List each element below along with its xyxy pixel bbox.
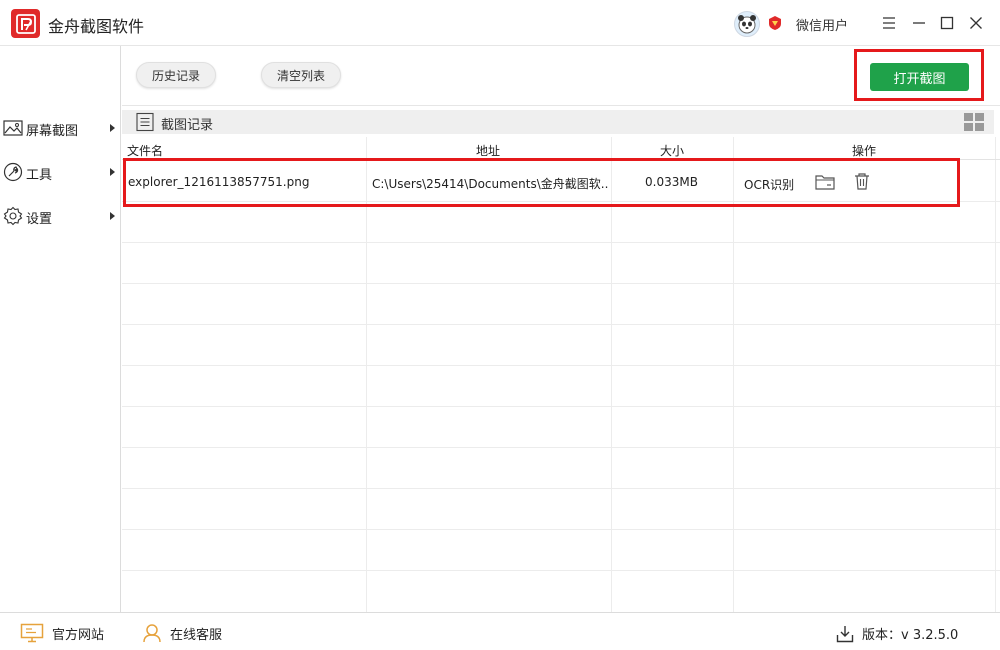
monitor-icon [20, 623, 44, 643]
open-button-highlight: 打开截图 [854, 49, 984, 101]
official-website-link[interactable]: 官方网站 [20, 623, 104, 643]
sidebar-item-label: 屏幕截图 [26, 124, 79, 139]
chevron-right-icon [110, 124, 115, 132]
header-size: 大小 [660, 144, 685, 158]
image-icon [3, 120, 23, 136]
header-path: 地址 [476, 144, 501, 158]
close-icon[interactable] [967, 14, 985, 32]
username[interactable]: 微信用户 [796, 15, 848, 34]
table-header: 文件名 地址 大小 操作 [122, 137, 1000, 160]
open-screenshot-button[interactable]: 打开截图 [870, 63, 969, 91]
row-divider [122, 488, 1000, 489]
sidebar: 屏幕截图 工具 设置 [0, 46, 121, 612]
column-divider [611, 137, 612, 612]
column-divider [995, 137, 996, 612]
chevron-right-icon [110, 212, 115, 220]
online-service-link[interactable]: 在线客服 [142, 623, 222, 643]
title-bar: 金舟截图软件 微信用户 [0, 0, 1000, 46]
menu-icon[interactable] [880, 14, 898, 32]
row-divider [122, 406, 1000, 407]
grid-view-icon[interactable] [964, 113, 984, 131]
section-title: 截图记录 [161, 118, 214, 133]
sidebar-item-label: 工具 [26, 168, 53, 183]
gear-icon [3, 206, 23, 226]
column-divider [733, 137, 734, 612]
version-info[interactable]: 版本：v 3.2.5.0 [836, 624, 958, 643]
cell-path: C:\Users\25414\Documents\金舟截图软... [372, 177, 608, 191]
header-operations: 操作 [852, 144, 877, 158]
row-divider [122, 570, 1000, 571]
row-divider [122, 283, 1000, 284]
trash-icon[interactable] [852, 172, 872, 190]
ocr-button[interactable]: OCR识别 [744, 176, 804, 193]
row-divider [122, 447, 1000, 448]
minimize-icon[interactable] [910, 14, 928, 32]
app-title: 金舟截图软件 [48, 17, 145, 36]
header-filename: 文件名 [127, 144, 164, 158]
maximize-icon[interactable] [938, 14, 956, 32]
row-divider [122, 529, 1000, 530]
toolbar: 历史记录 清空列表 打开截图 [122, 46, 1000, 106]
cell-size: 0.033MB [645, 175, 698, 189]
user-avatar[interactable] [734, 11, 760, 37]
table-row[interactable]: explorer_1216113857751.png C:\Users\2541… [123, 158, 960, 207]
download-icon [836, 625, 854, 642]
list-icon [136, 112, 154, 132]
sidebar-item-settings[interactable]: 设置 [0, 201, 121, 231]
sidebar-item-tools[interactable]: 工具 [0, 157, 121, 187]
row-divider [122, 324, 1000, 325]
version-label: 版本：v 3.2.5.0 [862, 628, 959, 643]
history-button[interactable]: 历史记录 [136, 62, 216, 88]
vip-badge-icon [769, 16, 781, 30]
folder-icon[interactable] [815, 173, 835, 191]
footer: 官方网站 在线客服 版本：v 3.2.5.0 [0, 612, 1000, 650]
user-service-icon [143, 624, 161, 643]
row-divider [122, 242, 1000, 243]
wrench-icon [3, 162, 23, 182]
sidebar-item-screenshot[interactable]: 屏幕截图 [0, 113, 121, 143]
records-table: 文件名 地址 大小 操作 explorer_1216113857751.png … [122, 137, 1000, 612]
column-divider [366, 137, 367, 612]
website-label: 官方网站 [52, 627, 105, 643]
chevron-right-icon [110, 168, 115, 176]
section-header: 截图记录 [122, 110, 994, 134]
cell-filename: explorer_1216113857751.png [128, 175, 310, 189]
sidebar-item-label: 设置 [26, 212, 53, 227]
service-label: 在线客服 [170, 627, 223, 643]
clear-list-button[interactable]: 清空列表 [261, 62, 341, 88]
row-divider [122, 365, 1000, 366]
app-logo-icon [11, 9, 40, 38]
